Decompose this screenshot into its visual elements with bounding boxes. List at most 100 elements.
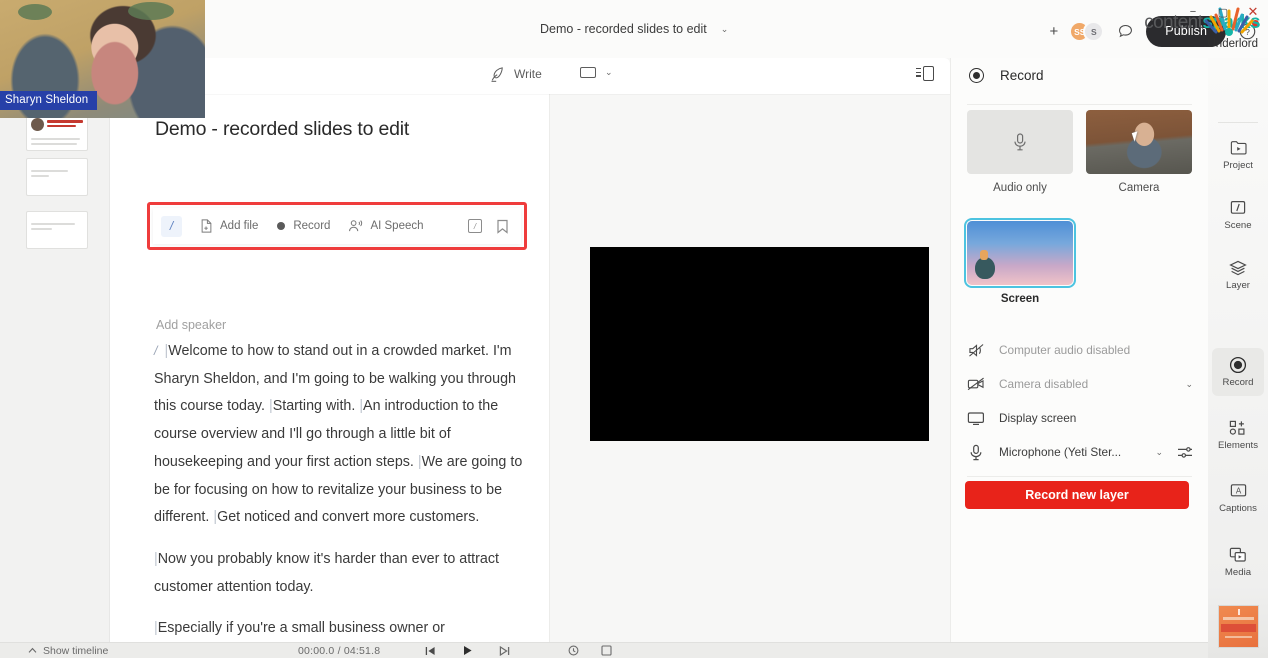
avatar: [31, 118, 44, 131]
fullscreen-icon[interactable]: [601, 645, 612, 656]
show-timeline-button[interactable]: Show timeline: [28, 645, 108, 657]
bookmark-icon[interactable]: [496, 219, 509, 234]
aspect-ratio-button[interactable]: ⌄: [580, 67, 613, 78]
block-toolbar[interactable]: / Add file Record AI Speech /: [153, 208, 521, 244]
collaborator-avatars[interactable]: SS S: [1069, 21, 1105, 42]
editor-toolbar: Write ⌄: [110, 58, 950, 94]
option-label: Camera disabled: [999, 377, 1089, 391]
layout-panel-button[interactable]: [916, 66, 934, 81]
canvas-pane: [550, 58, 950, 645]
view-controls: [568, 645, 612, 656]
decorative-plant: [128, 2, 174, 20]
promo-dot: [1237, 609, 1240, 615]
block-toolbar-highlight: / Add file Record AI Speech /: [147, 202, 527, 250]
slash-square-icon[interactable]: /: [468, 219, 482, 233]
divider: [1218, 122, 1258, 123]
record-dot-icon: [276, 221, 286, 231]
skip-next-icon[interactable]: [499, 645, 510, 656]
comments-icon[interactable]: [1114, 21, 1136, 43]
chevron-down-icon[interactable]: ⌄: [1155, 447, 1163, 458]
add-collaborator-icon[interactable]: +: [1049, 23, 1060, 40]
option-microphone[interactable]: Microphone (Yeti Ster... ⌄: [967, 435, 1193, 469]
record-button[interactable]: Record: [276, 220, 330, 232]
option-computer-audio[interactable]: Computer audio disabled: [967, 333, 1193, 367]
write-mode-button[interactable]: Write: [490, 66, 542, 82]
script-paragraph[interactable]: |Now you probably know it's harder than …: [154, 546, 532, 601]
decorative-plant: [18, 4, 52, 20]
file-plus-icon: [200, 219, 213, 233]
list-item[interactable]: 2: [26, 113, 88, 151]
sidebar-item-elements[interactable]: Elements: [1212, 411, 1264, 459]
sidebar-item-label: Elements: [1218, 440, 1258, 451]
source-camera[interactable]: Camera: [1086, 110, 1192, 194]
layout-box-icon: [923, 66, 934, 81]
close-button[interactable]: ✕: [1238, 0, 1268, 24]
sidebar-item-media[interactable]: Media: [1212, 538, 1264, 586]
list-item[interactable]: 4: [26, 211, 88, 249]
document-title-dropdown[interactable]: Demo - recorded slides to edit ⌄: [540, 22, 728, 36]
script-pane: Demo - recorded slides to edit / Add fil…: [110, 58, 550, 645]
option-label: Microphone (Yeti Ster...: [999, 445, 1122, 459]
video-canvas[interactable]: [590, 247, 929, 441]
audio-only-thumbnail[interactable]: [967, 110, 1073, 174]
screen-preview-object: [975, 250, 995, 279]
record-label: Record: [293, 220, 331, 232]
source-label: Screen: [1000, 293, 1040, 305]
add-file-button[interactable]: Add file: [200, 219, 258, 233]
sidebar-item-project[interactable]: Project: [1212, 131, 1264, 179]
skip-prev-icon[interactable]: [425, 646, 436, 656]
script-paragraph[interactable]: |Especially if you're a small business o…: [154, 615, 532, 645]
avatar[interactable]: S: [1083, 21, 1105, 42]
option-chevron[interactable]: ⌄: [1185, 379, 1193, 390]
option-label: Display screen: [999, 411, 1077, 425]
maximize-button[interactable]: ▢: [1208, 0, 1238, 24]
webcam-preview[interactable]: Sharyn Sheldon: [0, 0, 205, 118]
slash-command-button[interactable]: /: [161, 215, 182, 237]
ai-speech-button[interactable]: AI Speech: [348, 219, 424, 233]
source-screen[interactable]: Screen: [964, 218, 1076, 305]
list-item[interactable]: 3: [26, 158, 88, 196]
microphone-icon: [967, 444, 985, 461]
person-voice-icon: [348, 219, 363, 233]
option-camera[interactable]: Camera disabled ⌄: [967, 367, 1193, 401]
speed-icon[interactable]: [568, 645, 579, 656]
thumbnail-body-lines: [27, 159, 87, 182]
show-timeline-label: Show timeline: [43, 644, 109, 657]
screen-thumbnail[interactable]: [964, 218, 1076, 288]
window-controls: − ▢ ✕: [1178, 0, 1268, 24]
record-dot-icon: [1229, 356, 1247, 373]
sliders-icon[interactable]: [1177, 445, 1193, 460]
play-icon[interactable]: [462, 645, 473, 656]
promo-banner: [1221, 624, 1256, 632]
minimize-button[interactable]: −: [1178, 0, 1208, 24]
source-label: Camera: [1118, 182, 1160, 194]
script-text[interactable]: / |Welcome to how to stand out in a crowd…: [154, 338, 532, 645]
record-panel-header: Record: [969, 68, 1044, 83]
media-stack-icon: [1229, 546, 1247, 563]
source-audio-only[interactable]: Audio only: [967, 110, 1073, 194]
elements-add-icon: [1229, 419, 1247, 436]
record-dot-icon: [969, 68, 984, 83]
sidebar-item-label: Captions: [1219, 503, 1257, 514]
speaker-name-badge: Sharyn Sheldon: [0, 91, 98, 110]
sidebar-item-record[interactable]: Record: [1212, 348, 1264, 396]
option-display-screen[interactable]: Display screen: [967, 401, 1193, 435]
chevron-down-icon: ⌄: [605, 67, 613, 77]
script-segment: Starting with.: [272, 398, 356, 415]
option-label: Computer audio disabled: [999, 343, 1131, 357]
subscribe-promo-thumbnail[interactable]: [1218, 605, 1259, 648]
chevron-up-icon: [28, 647, 37, 654]
sidebar-item-captions[interactable]: A Captions: [1212, 474, 1264, 522]
current-time: 00:00.0: [298, 644, 335, 657]
sidebar-item-scene[interactable]: Scene: [1212, 191, 1264, 239]
add-speaker-button[interactable]: Add speaker: [156, 318, 226, 332]
script-paragraph[interactable]: / |Welcome to how to stand out in a crowd…: [154, 338, 532, 532]
monitor-icon: [967, 411, 985, 426]
camera-off-icon: [967, 377, 985, 391]
playback-controls: [425, 645, 510, 656]
record-new-layer-button[interactable]: Record new layer: [965, 481, 1189, 509]
sidebar-item-layer[interactable]: Layer: [1212, 251, 1264, 299]
camera-thumbnail[interactable]: [1086, 110, 1192, 174]
write-label: Write: [514, 67, 542, 81]
sidebar-item-label: Layer: [1226, 280, 1250, 291]
